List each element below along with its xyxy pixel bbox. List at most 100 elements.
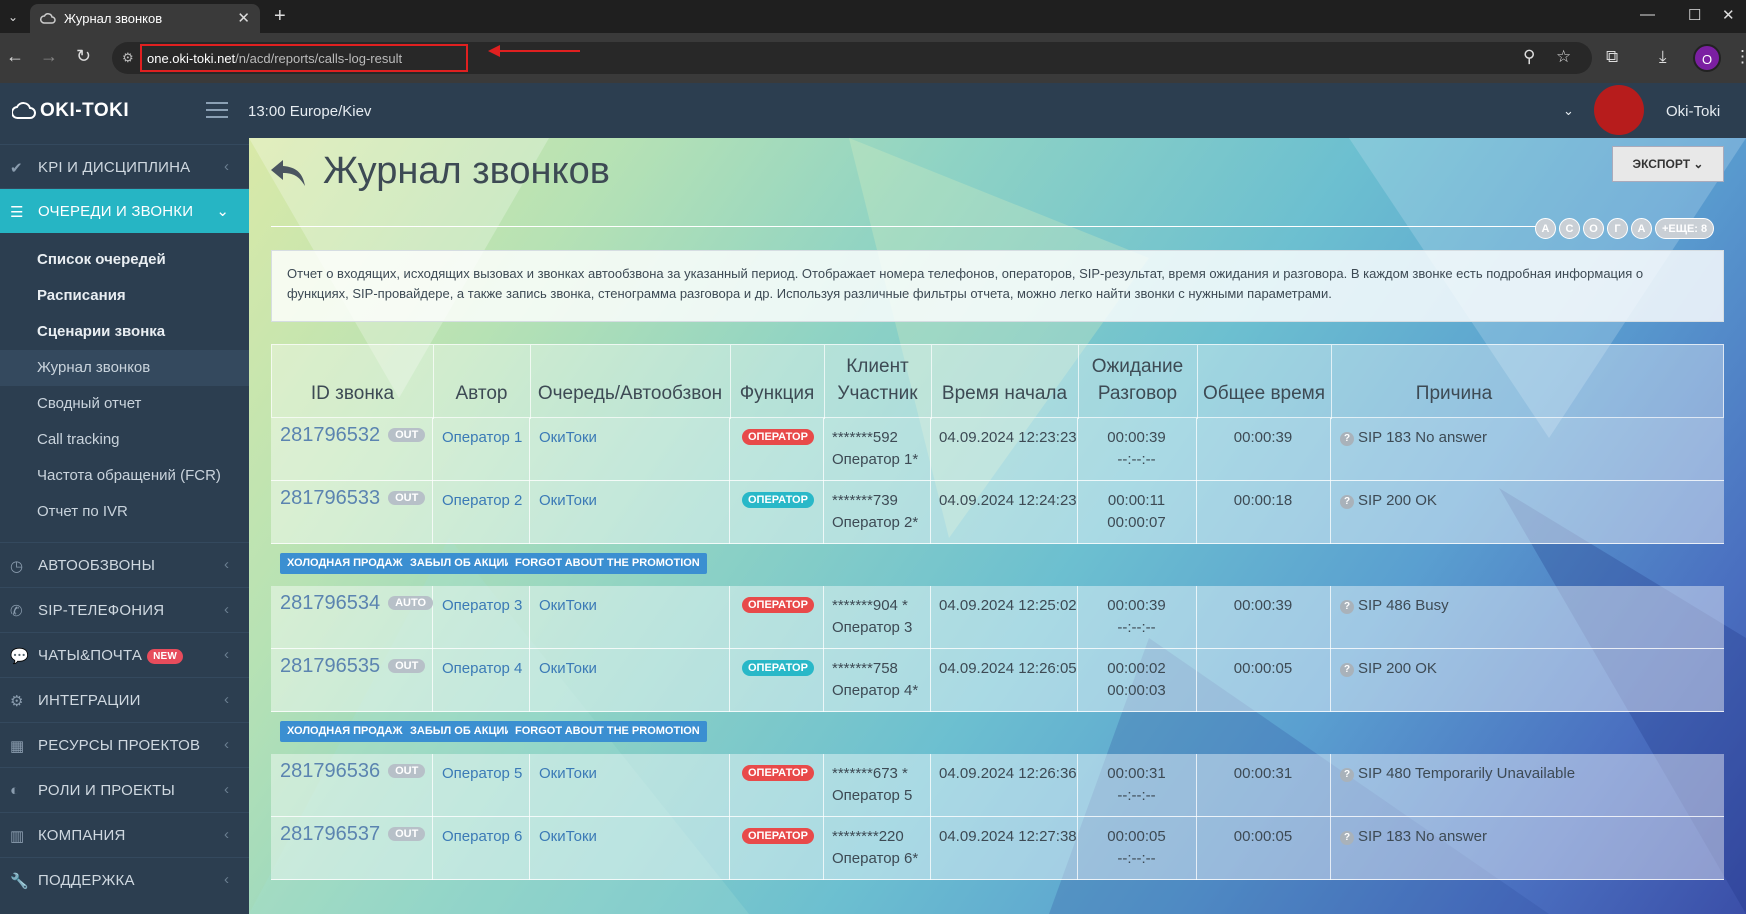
- reload-icon[interactable]: ↻: [76, 46, 91, 67]
- queue-link[interactable]: ОкиТоки: [539, 826, 597, 848]
- submenu-schedules[interactable]: Расписания: [0, 278, 249, 314]
- filter-chip[interactable]: А: [1535, 218, 1556, 239]
- download-icon[interactable]: ⤓: [1659, 47, 1667, 67]
- maximize-icon[interactable]: ☐: [1688, 6, 1701, 24]
- col-id[interactable]: ID звонка: [272, 380, 433, 407]
- call-id-link[interactable]: 281796532 OUT: [280, 424, 426, 447]
- author-link[interactable]: Оператор 4: [442, 658, 522, 680]
- author-link[interactable]: Оператор 5: [442, 763, 522, 785]
- export-button[interactable]: ЭКСПОРТ ⌄: [1612, 146, 1724, 182]
- total-time-cell: 00:00:39: [1233, 429, 1293, 446]
- question-icon[interactable]: ?: [1340, 831, 1354, 845]
- browser-menu-icon[interactable]: ⋮: [1734, 47, 1746, 67]
- call-id-link[interactable]: 281796533 OUT: [280, 487, 426, 510]
- submenu-call-scenarios[interactable]: Сценарии звонка: [0, 314, 249, 350]
- col-reason[interactable]: Причина: [1331, 380, 1577, 407]
- zoom-icon[interactable]: ⚲: [1523, 47, 1535, 67]
- question-icon[interactable]: ?: [1340, 663, 1354, 677]
- forward-arrow-icon[interactable]: →: [40, 46, 58, 67]
- queue-link[interactable]: ОкиТоки: [539, 490, 597, 512]
- sidebar-item-label: РЕСУРСЫ ПРОЕКТОВ: [38, 737, 201, 754]
- question-icon[interactable]: ?: [1340, 432, 1354, 446]
- author-link[interactable]: Оператор 1: [442, 427, 522, 449]
- call-id-link[interactable]: 281796535 OUT: [280, 655, 426, 678]
- queue-link[interactable]: ОкиТоки: [539, 427, 597, 449]
- back-reply-icon[interactable]: [269, 156, 309, 188]
- tab-list-icon[interactable]: ⌄: [4, 8, 22, 26]
- sidebar-item-chats[interactable]: 💬 ЧАТЫ&ПОЧТА NEW ‹: [0, 632, 249, 677]
- queue-link[interactable]: ОкиТоки: [539, 595, 597, 617]
- sidebar-item-queues[interactable]: ☰ ОЧЕРЕДИ И ЗВОНКИ ⌄: [0, 188, 249, 233]
- table-row[interactable]: 281796536 OUT Оператор 5 ОкиТоки ОПЕРАТОР…: [271, 754, 1724, 817]
- col-function[interactable]: Функция: [730, 380, 824, 407]
- sidebar-item-kpi[interactable]: ✔ KPI И ДИСЦИПЛИНА ‹: [0, 144, 249, 189]
- logo[interactable]: OKI-TOKI: [11, 100, 129, 122]
- profile-avatar[interactable]: O: [1693, 44, 1721, 72]
- filter-chip[interactable]: О: [1583, 218, 1604, 239]
- question-icon[interactable]: ?: [1340, 600, 1354, 614]
- author-link[interactable]: Оператор 2: [442, 490, 522, 512]
- question-icon[interactable]: ?: [1340, 495, 1354, 509]
- table-row[interactable]: 281796534 AUTO Оператор 3 ОкиТоки ОПЕРАТО…: [271, 586, 1724, 649]
- chevron-down-icon[interactable]: ⌄: [1563, 103, 1574, 119]
- filter-chip[interactable]: С: [1559, 218, 1580, 239]
- extensions-icon[interactable]: ⧉: [1606, 47, 1618, 67]
- tag-forgot-promo-en[interactable]: FORGOT ABOUT THE PROMOTION: [508, 721, 707, 742]
- main-content: Журнал звонков ЭКСПОРТ ⌄ А С О Г А +ЕЩЕ: 8 От…: [249, 138, 1746, 914]
- sidebar-item-label: ЧАТЫ&ПОЧТА NEW: [38, 647, 184, 664]
- filter-chips-more[interactable]: +ЕЩЕ: 8: [1655, 218, 1715, 239]
- hamburger-menu-icon[interactable]: [206, 102, 228, 118]
- submenu-call-log[interactable]: Журнал звонков: [0, 350, 249, 386]
- table-row[interactable]: 281796537 OUT Оператор 6 ОкиТоки ОПЕРАТОР…: [271, 817, 1724, 880]
- tag-cold-sale[interactable]: ХОЛОДНАЯ ПРОДАЖА: [280, 553, 418, 574]
- browser-tab[interactable]: Журнал звонков ✕: [30, 4, 260, 33]
- submenu-call-tracking[interactable]: Call tracking: [0, 422, 249, 458]
- window-close-icon[interactable]: ✕: [1722, 6, 1735, 24]
- filter-chip[interactable]: Г: [1607, 218, 1628, 239]
- author-link[interactable]: Оператор 6: [442, 826, 522, 848]
- col-total[interactable]: Общее время: [1197, 380, 1331, 407]
- col-author[interactable]: Автор: [433, 380, 530, 407]
- sidebar-item-roles[interactable]: ◐ РОЛИ И ПРОЕКТЫ ‹: [0, 767, 249, 812]
- sidebar-item-company[interactable]: ▥ КОМПАНИЯ ‹: [0, 812, 249, 857]
- col-client[interactable]: Клиент Участник: [824, 353, 931, 407]
- author-link[interactable]: Оператор 3: [442, 595, 522, 617]
- queue-link[interactable]: ОкиТоки: [539, 658, 597, 680]
- minimize-icon[interactable]: —: [1640, 6, 1655, 23]
- sidebar-item-resources[interactable]: ▦ РЕСУРСЫ ПРОЕКТОВ ‹: [0, 722, 249, 767]
- bookmark-star-icon[interactable]: ☆: [1556, 47, 1571, 67]
- total-time-cell: 00:00:18: [1233, 492, 1293, 509]
- submenu-ivr-report[interactable]: Отчет по IVR: [0, 494, 249, 530]
- col-queue[interactable]: Очередь/Автообзвон: [530, 380, 730, 407]
- user-avatar[interactable]: [1594, 85, 1644, 135]
- col-start[interactable]: Время начала: [931, 380, 1078, 407]
- tag-forgot-promo-en[interactable]: FORGOT ABOUT THE PROMOTION: [508, 553, 707, 574]
- new-badge: NEW: [147, 649, 184, 664]
- check-icon: ✔: [10, 160, 23, 177]
- sidebar-item-support[interactable]: 🔧 ПОДДЕРЖКА ‹: [0, 857, 249, 902]
- new-tab-icon[interactable]: +: [274, 5, 286, 28]
- back-arrow-icon[interactable]: ←: [6, 46, 24, 67]
- question-icon[interactable]: ?: [1340, 768, 1354, 782]
- submenu-summary-report[interactable]: Сводный отчет: [0, 386, 249, 422]
- submenu-fcr[interactable]: Частота обращений (FCR): [0, 458, 249, 494]
- close-tab-icon[interactable]: ✕: [237, 9, 250, 27]
- site-info-icon[interactable]: ⚙: [122, 50, 134, 66]
- table-row[interactable]: 281796532 OUT Оператор 1 ОкиТоки ОПЕРАТОР…: [271, 418, 1724, 481]
- tag-cold-sale[interactable]: ХОЛОДНАЯ ПРОДАЖА: [280, 721, 418, 742]
- tag-forgot-promo[interactable]: ЗАБЫЛ ОБ АКЦИИ: [403, 721, 520, 742]
- call-id-link[interactable]: 281796537 OUT: [280, 823, 426, 846]
- tag-forgot-promo[interactable]: ЗАБЫЛ ОБ АКЦИИ: [403, 553, 520, 574]
- filter-chip[interactable]: А: [1631, 218, 1652, 239]
- submenu-queue-list[interactable]: Список очередей: [0, 242, 249, 278]
- sidebar-item-autodial[interactable]: ◷ АВТООБЗВОНЫ ‹: [0, 542, 249, 587]
- sidebar-item-sip[interactable]: ✆ SIP-ТЕЛЕФОНИЯ ‹: [0, 587, 249, 632]
- call-id-link[interactable]: 281796536 OUT: [280, 760, 426, 783]
- queue-link[interactable]: ОкиТоки: [539, 763, 597, 785]
- call-id-link[interactable]: 281796534 AUTO: [280, 592, 434, 615]
- col-wait[interactable]: Ожидание Разговор: [1078, 353, 1197, 407]
- sidebar-item-integrations[interactable]: ⚙ ИНТЕГРАЦИИ ‹: [0, 677, 249, 722]
- table-row[interactable]: 281796533 OUT Оператор 2 ОкиТоки ОПЕРАТОР…: [271, 481, 1724, 544]
- user-name[interactable]: Oki-Toki: [1666, 103, 1720, 120]
- table-row[interactable]: 281796535 OUT Оператор 4 ОкиТоки ОПЕРАТОР…: [271, 649, 1724, 712]
